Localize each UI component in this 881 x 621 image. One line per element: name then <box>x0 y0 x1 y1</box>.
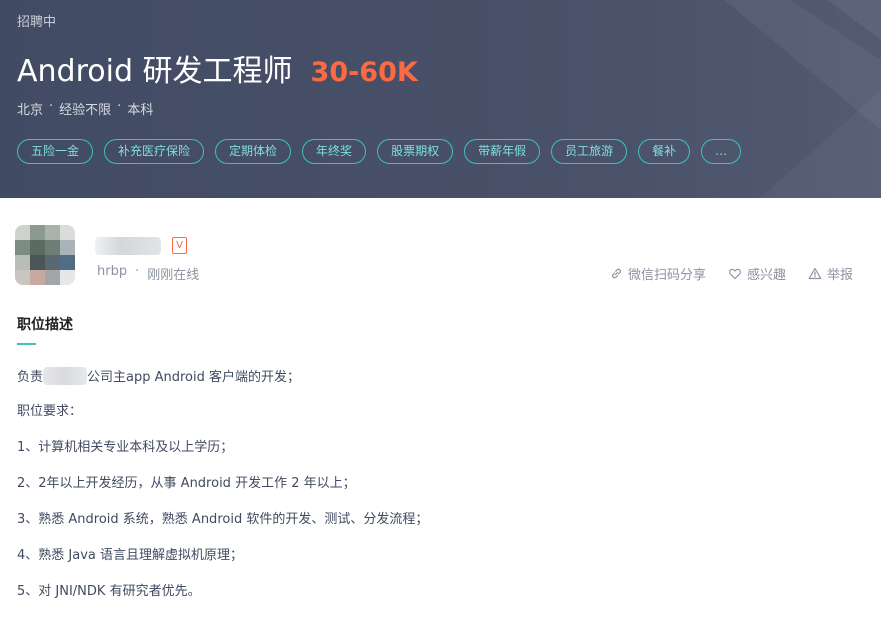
job-meta: 北京 · 经验不限 · 本科 <box>17 99 153 118</box>
description-line: 5、对 JNI/NDK 有研究者优先。 <box>17 584 201 599</box>
job-experience: 经验不限 <box>59 103 112 118</box>
benefit-tag: 五险一金 <box>17 139 94 164</box>
company-name-redacted <box>43 367 88 385</box>
link-icon <box>611 268 621 279</box>
recruiter-card: V hrbp · 刚刚在线 微信扫码分享 感兴趣 举报 <box>15 225 865 285</box>
description-prefix: 负责 <box>17 370 44 385</box>
heart-icon <box>729 268 741 280</box>
avatar[interactable] <box>15 225 75 285</box>
section-title: 职位描述 <box>17 317 73 333</box>
job-status: 招聘中 <box>17 15 57 30</box>
verified-badge: V <box>172 237 187 254</box>
description-line: 负责 公司主app Android 客户端的开发； <box>17 367 428 403</box>
job-city: 北京 <box>17 103 44 118</box>
meta-separator: · <box>117 99 122 114</box>
section-underline <box>17 343 36 345</box>
benefit-tag: 餐补 <box>638 139 691 164</box>
description-suffix: 公司主app Android 客户端的开发； <box>87 370 301 385</box>
description-line: 1、计算机相关专业本科及以上学历； <box>17 440 234 455</box>
description-line: 2、2年以上开发经历，从事 Android 开发工作 2 年以上； <box>17 476 356 491</box>
job-degree: 本科 <box>127 103 154 118</box>
interest-label: 感兴趣 <box>746 268 786 283</box>
meta-separator: · <box>49 99 54 114</box>
more-tags-button[interactable]: … <box>701 139 742 164</box>
recruiter-name-redacted <box>95 237 161 255</box>
benefit-tag: 年终奖 <box>302 139 367 164</box>
recruiter-status: hrbp · 刚刚在线 <box>97 264 199 283</box>
job-description: 负责 公司主app Android 客户端的开发； 职位要求： 1、计算机相关专业… <box>17 367 428 619</box>
role-separator: · <box>135 264 140 279</box>
interest-button[interactable]: 感兴趣 <box>728 264 786 283</box>
benefit-tag: 股票期权 <box>377 139 454 164</box>
benefit-tags: 五险一金 补充医疗保险 定期体检 年终奖 股票期权 带薪年假 员工旅游 餐补 … <box>17 139 752 164</box>
benefit-tag: 补充医疗保险 <box>104 139 205 164</box>
share-button[interactable]: 微信扫码分享 <box>610 264 706 283</box>
job-banner: 招聘中 Android 研发工程师 30-60K 北京 · 经验不限 · 本科 … <box>0 0 881 198</box>
job-title: Android 研发工程师 <box>17 54 293 89</box>
online-status: 刚刚在线 <box>147 268 200 283</box>
description-line: 职位要求： <box>17 404 83 419</box>
report-label: 举报 <box>826 268 853 283</box>
description-line: 3、熟悉 Android 系统，熟悉 Android 软件的开发、测试、分发流程… <box>17 512 429 527</box>
report-button[interactable]: 举报 <box>808 264 853 283</box>
warning-icon <box>808 267 822 280</box>
benefit-tag: 员工旅游 <box>551 139 628 164</box>
job-actions: 微信扫码分享 感兴趣 举报 <box>588 264 853 283</box>
recruiter-role: hrbp <box>97 264 128 279</box>
benefit-tag: 定期体检 <box>215 139 292 164</box>
share-label: 微信扫码分享 <box>627 268 706 283</box>
job-title-row: Android 研发工程师 30-60K <box>17 46 418 90</box>
salary: 30-60K <box>310 57 418 88</box>
benefit-tag: 带薪年假 <box>464 139 541 164</box>
description-line: 4、熟悉 Java 语言且理解虚拟机原理； <box>17 548 243 563</box>
